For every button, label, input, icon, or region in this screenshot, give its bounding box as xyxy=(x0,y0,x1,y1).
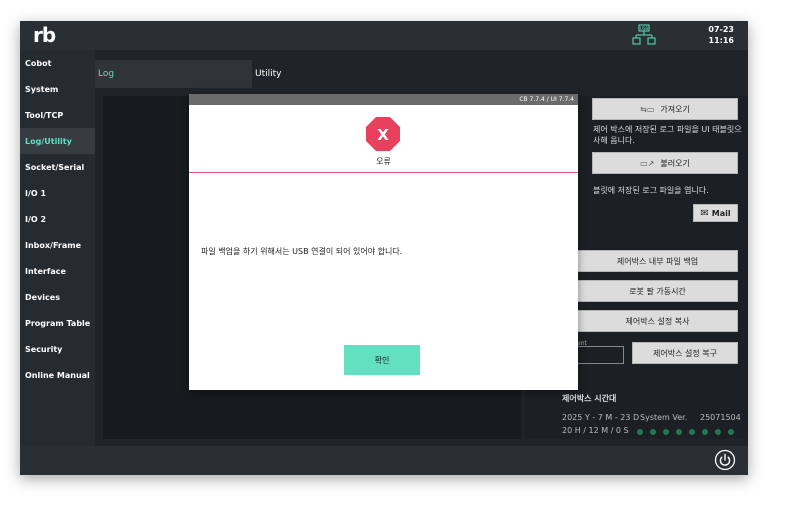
controlbox-time: 20 H / 12 M / 0 S xyxy=(562,426,629,435)
system-ver-value: 25071504 xyxy=(700,413,741,422)
load-desc: 블릿에 저장된 로그 파일을 엽니다. xyxy=(593,186,709,195)
time-text: 11:16 xyxy=(708,36,734,45)
status-dot xyxy=(715,429,721,435)
sidebar-item-devices[interactable]: Devices xyxy=(20,284,95,310)
error-icon: X xyxy=(366,117,400,151)
sidebar-item-online-manual[interactable]: Online Manual xyxy=(20,362,95,388)
system-ver-label: System Ver. xyxy=(640,413,688,422)
sidebar-item-system[interactable]: System xyxy=(20,76,95,102)
confirm-button[interactable]: 확인 xyxy=(344,345,420,375)
date-time-display: 07-23 11:16 xyxy=(708,24,734,46)
sidebar-item-socket-serial[interactable]: Socket/Serial xyxy=(20,154,95,180)
usb-network-icon: USB xyxy=(632,24,656,45)
date-text: 07-23 xyxy=(708,25,734,34)
settings-restore-button[interactable]: 제어박스 설정 복구 xyxy=(632,342,738,364)
dialog-title: 오류 xyxy=(376,157,391,166)
controlbox-date: 2025 Y - 7 M - 23 D xyxy=(562,413,640,422)
load-log-label: 불러오기 xyxy=(660,158,690,168)
sidebar-item-log-utility[interactable]: Log/Utility xyxy=(20,128,95,154)
status-dot xyxy=(689,429,695,435)
file-open-icon: ▭↗ xyxy=(640,158,655,168)
sidebar-item-io1[interactable]: I/O 1 xyxy=(20,180,95,206)
svg-text:USB: USB xyxy=(640,26,648,31)
status-dot xyxy=(728,429,734,435)
sidebar-item-io2[interactable]: I/O 2 xyxy=(20,206,95,232)
tab-utility[interactable]: Utility xyxy=(252,60,748,88)
sidebar-item-inbox-frame[interactable]: Inbox/Frame xyxy=(20,232,95,258)
dialog-divider xyxy=(189,172,578,173)
sidebar-item-interface[interactable]: Interface xyxy=(20,258,95,284)
sidebar: Cobot System Tool/TCP Log/Utility Socket… xyxy=(20,50,95,446)
top-bar: rb USB 07-23 11:16 xyxy=(20,21,748,50)
fetch-log-label: 가져오기 xyxy=(660,104,690,114)
status-dot xyxy=(663,429,669,435)
tab-log[interactable]: Log xyxy=(95,60,252,88)
fetch-desc-line-2: 사해 옵니다. xyxy=(593,136,635,145)
status-dot xyxy=(702,429,708,435)
bottom-bar xyxy=(20,446,748,475)
robot-uptime-button[interactable]: 로봇 팔 가동시간 xyxy=(577,280,738,302)
fetch-log-button[interactable]: ⇆▭ 가져오기 xyxy=(592,98,738,120)
restore-input-field[interactable] xyxy=(577,346,624,364)
error-dialog: CB 7.7.4 / UI 7.7.4 X 오류 파일 백업을 하기 위해서는 … xyxy=(189,94,578,390)
error-icon-symbol: X xyxy=(377,126,389,144)
fetch-desc-line-1: 제어 박스에 저장된 로그 파일을 UI 태블릿으 xyxy=(593,125,742,134)
sidebar-item-cobot[interactable]: Cobot xyxy=(20,50,95,76)
status-dot xyxy=(637,429,643,435)
status-dot xyxy=(676,429,682,435)
mail-icon: ✉ xyxy=(700,207,709,219)
version-bar: CB 7.7.4 / UI 7.7.4 xyxy=(189,94,578,105)
internal-backup-button[interactable]: 제어박스 내부 파일 백업 xyxy=(577,250,738,272)
sidebar-item-program-table[interactable]: Program Table xyxy=(20,310,95,336)
file-transfer-icon: ⇆▭ xyxy=(640,104,655,114)
settings-copy-button[interactable]: 제어박스 설정 복사 xyxy=(577,310,738,332)
mail-label: Mail xyxy=(711,208,731,218)
power-icon[interactable] xyxy=(714,449,736,471)
sidebar-item-security[interactable]: Security xyxy=(20,336,95,362)
mail-button[interactable]: ✉ Mail xyxy=(693,204,738,222)
controlbox-time-title: 제어박스 시간대 xyxy=(562,394,617,403)
dialog-message: 파일 백업을 하기 위해서는 USB 연결이 되어 있어야 합니다. xyxy=(201,247,403,256)
load-log-button[interactable]: ▭↗ 불러오기 xyxy=(592,152,738,174)
rb-logo: rb xyxy=(33,23,56,47)
status-dot xyxy=(650,429,656,435)
sidebar-item-tool-tcp[interactable]: Tool/TCP xyxy=(20,102,95,128)
